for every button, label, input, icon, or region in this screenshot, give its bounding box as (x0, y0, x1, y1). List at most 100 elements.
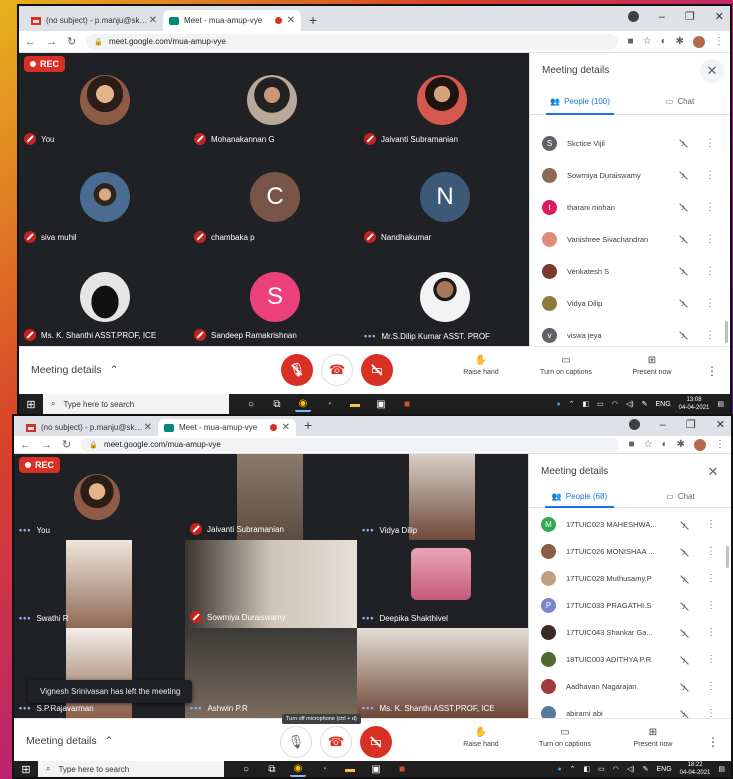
panel-scrollbar[interactable] (725, 321, 728, 343)
participant-list-item[interactable]: Vidya Dilip ♪ ⋮ (530, 287, 722, 319)
participant-tile[interactable]: Mohanakannan G (189, 53, 359, 150)
captions-button[interactable]: ▭ Turn on captions (530, 727, 600, 748)
windows-start-icon[interactable]: ⊞ (14, 763, 38, 776)
participant-tile[interactable]: N Nandhakumar (359, 150, 529, 248)
meeting-details-button[interactable]: Meeting details ⌃ (26, 735, 113, 747)
participant-tile[interactable]: ••• Mr.S.Dilip Kumar ASST. PROF (359, 248, 529, 346)
present-now-button[interactable]: ⊞ Present now (618, 727, 688, 748)
battery-icon[interactable]: ▭ (597, 400, 604, 408)
meeting-details-button[interactable]: Meeting details ⌃ (31, 364, 118, 376)
close-panel-button[interactable]: ✕ (700, 59, 724, 83)
panel-scrollbar[interactable] (726, 546, 729, 568)
camera-toggle-button[interactable]: ▭ (360, 726, 392, 758)
participant-tile[interactable]: ••• S.P.Rajavarman (14, 628, 185, 718)
participant-list-item[interactable]: S Skctice Vijil ♪ ⋮ (530, 127, 722, 159)
clock[interactable]: 13:08 04-04-2021 (679, 396, 710, 412)
participant-more-icon[interactable]: ⋮ (704, 202, 716, 213)
tab-people[interactable]: 👥 People (68) (529, 486, 630, 508)
browser-tab-gmail[interactable]: (no subject) - p.manju@skct.edu.in ✕ (25, 10, 163, 31)
extension-icon[interactable]: ◐ (661, 36, 667, 47)
participant-more-icon[interactable]: ⋮ (704, 330, 716, 341)
more-options-icon[interactable]: ⋮ (706, 364, 718, 378)
restore-icon[interactable]: ❐ (685, 10, 695, 23)
leave-call-button[interactable]: ☎ (321, 354, 353, 386)
participant-list-item[interactable]: 17TUIC028 Muthusamy.P ♪ ⋮ (529, 565, 723, 592)
participant-list-item[interactable]: P 17TUIC033 PRAGATHI.S ♪ ⋮ (529, 592, 723, 619)
participant-tile[interactable]: ••• Deepika Shakthivel (357, 540, 528, 628)
profile-avatar[interactable] (693, 35, 705, 48)
captions-button[interactable]: ▭ Turn on captions (531, 355, 601, 376)
participant-list-item[interactable]: Venkatesh S ♪ ⋮ (530, 255, 722, 287)
edge-icon[interactable]: ◔ (316, 761, 332, 777)
file-explorer-icon[interactable]: ▬ (347, 396, 363, 412)
mic-toggle-button[interactable]: 🎙 (281, 354, 313, 386)
puzzle-icon[interactable]: ✱ (676, 36, 684, 47)
participant-tile[interactable]: siva muhil (19, 150, 189, 248)
browser-tab-gmail[interactable]: (no subject) - p.manju@skct.edu.in ✕ (20, 419, 158, 436)
participant-more-icon[interactable]: ⋮ (704, 266, 716, 277)
camera-toggle-button[interactable]: ▭ (361, 354, 393, 386)
star-icon[interactable]: ☆ (643, 36, 652, 47)
participant-more-icon[interactable]: ⋮ (704, 234, 716, 245)
mic-toggle-button[interactable]: 🎙 (280, 726, 312, 758)
task-view-icon[interactable]: ⧉ (264, 761, 280, 777)
clock[interactable]: 18:22 04-04-2021 (680, 761, 711, 777)
file-explorer-icon[interactable]: ▬ (342, 761, 358, 777)
powerpoint-icon[interactable]: ■ (399, 396, 415, 412)
volume-icon[interactable]: ◁) (626, 400, 634, 408)
participant-more-icon[interactable]: ⋮ (705, 573, 717, 584)
participant-list-item[interactable]: M 17TUIC023 MAHESHWA... ♪ ⋮ (529, 511, 723, 538)
participant-list-item[interactable]: Vanishree Sivachandran ♪ ⋮ (530, 223, 722, 255)
more-options-icon[interactable]: ⋮ (707, 735, 719, 749)
participant-list-item[interactable]: 18TUIC003 ADITHYA P.R ♪ ⋮ (529, 646, 723, 673)
record-icon[interactable] (627, 11, 639, 22)
raise-hand-button[interactable]: ✋ Raise hand (446, 355, 516, 376)
participant-tile[interactable]: Ms. K. Shanthi ASST.PROF, ICE (19, 248, 189, 346)
minimize-icon[interactable]: – (659, 11, 665, 23)
forward-icon[interactable]: → (46, 36, 57, 48)
edge-icon[interactable]: ◔ (321, 396, 337, 412)
participant-more-icon[interactable]: ⋮ (705, 519, 717, 530)
windows-start-icon[interactable]: ⊞ (19, 398, 43, 411)
participant-list-item[interactable]: Aadhavan Nagarajan ♪ ⋮ (529, 673, 723, 700)
tab-chat[interactable]: ▭ Chat (630, 486, 731, 507)
pen-icon[interactable]: ✎ (643, 765, 649, 773)
store-icon[interactable]: ▣ (373, 396, 389, 412)
participant-tile[interactable]: Jaivanti Subramanian (359, 53, 529, 150)
taskbar-search-input[interactable]: ⌕ Type here to search (38, 761, 224, 777)
url-input[interactable]: 🔒 meet.google.com/mua-amup-vye (86, 33, 618, 50)
leave-call-button[interactable]: ☎ (320, 726, 352, 758)
extension-icon[interactable]: ◐ (662, 439, 668, 450)
wifi-icon[interactable]: ◠ (613, 765, 619, 773)
participant-more-icon[interactable]: ⋮ (704, 138, 716, 149)
close-tab-icon[interactable]: ✕ (144, 422, 152, 433)
camera-icon[interactable]: ■ (629, 439, 635, 450)
chrome-icon[interactable]: ◉ (295, 396, 311, 412)
participant-more-icon[interactable]: ⋮ (704, 170, 716, 181)
minimize-icon[interactable]: – (660, 419, 666, 431)
participant-tile[interactable]: ••• Ashwin P.R (185, 628, 357, 718)
reload-icon[interactable]: ↻ (62, 438, 71, 451)
browser-tab-meet[interactable]: Meet - mua-amup-vye ✕ (163, 10, 301, 31)
present-now-button[interactable]: ⊞ Present now (617, 355, 687, 376)
notifications-icon[interactable]: ▤ (717, 400, 724, 408)
back-icon[interactable]: ← (25, 36, 36, 48)
battery-icon[interactable]: ▭ (598, 765, 605, 773)
close-window-icon[interactable]: ✕ (716, 418, 725, 431)
participant-more-icon[interactable]: ⋮ (705, 681, 717, 692)
camera-icon[interactable]: ■ (628, 36, 634, 47)
chevron-up-icon[interactable]: ⌃ (569, 400, 575, 408)
participant-list-item[interactable]: 17TUIC043 Shankar Ga... ♪ ⋮ (529, 619, 723, 646)
participant-tile[interactable]: Jaivanti Subramanian (185, 454, 357, 540)
participant-more-icon[interactable]: ⋮ (705, 654, 717, 665)
raise-hand-button[interactable]: ✋ Raise hand (446, 727, 516, 748)
taskbar-search-input[interactable]: ⌕ Type here to search (43, 394, 229, 414)
participant-more-icon[interactable]: ⋮ (704, 298, 716, 309)
participant-tile[interactable]: Sowmiya Duraiswamy (185, 540, 357, 628)
cortana-icon[interactable]: ○ (238, 761, 254, 777)
chevron-up-icon[interactable]: ⌃ (570, 765, 576, 773)
reload-icon[interactable]: ↻ (67, 35, 76, 48)
participant-list-item[interactable]: Sowmiya Duraiswamy ♪ ⋮ (530, 159, 722, 191)
star-icon[interactable]: ☆ (644, 439, 653, 450)
restore-icon[interactable]: ❐ (686, 418, 696, 431)
